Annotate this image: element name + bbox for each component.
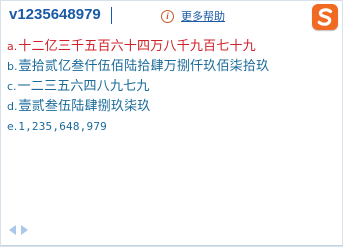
window-bottom-border <box>1 245 342 246</box>
more-help-link[interactable]: i 更多帮助 <box>161 8 225 24</box>
prev-page-arrow-icon[interactable] <box>9 225 16 235</box>
more-help-label: 更多帮助 <box>181 10 225 23</box>
candidate-index: e. <box>7 120 18 133</box>
info-icon: i <box>161 9 174 23</box>
candidate-c[interactable]: c.一二三五六四八九七九 <box>7 75 307 95</box>
candidate-index: b. <box>7 60 18 73</box>
candidate-text: 十二亿三千五百六十四万八千九百七十九 <box>18 39 256 54</box>
candidate-text: 一二三五六四八九七九 <box>17 79 150 94</box>
text-caret <box>111 7 112 24</box>
candidate-a[interactable]: a.十二亿三千五百六十四万八千九百七十九 <box>7 35 307 55</box>
candidate-index: c. <box>7 80 17 93</box>
candidate-index: d. <box>7 100 18 113</box>
candidate-b[interactable]: b.壹拾贰亿叁仟伍佰陆拾肆万捌仟玖佰柒拾玖 <box>7 55 307 75</box>
next-page-arrow-icon[interactable] <box>21 225 28 235</box>
candidate-text: 1,235,648,979 <box>18 120 107 133</box>
composition-row: v1235648979 i 更多帮助 <box>1 1 342 31</box>
ime-candidate-window: v1235648979 i 更多帮助 a.十二亿三千五百六十四万八千九百七十九 … <box>0 0 343 247</box>
candidate-index: a. <box>7 40 18 53</box>
candidate-text: 壹贰叁伍陆肆捌玖柒玖 <box>18 99 151 114</box>
sogou-s-glyph-icon <box>317 8 333 26</box>
sogou-logo-icon[interactable] <box>312 4 338 30</box>
composition-text[interactable]: v1235648979 <box>9 6 101 23</box>
candidate-d[interactable]: d.壹贰叁伍陆肆捌玖柒玖 <box>7 95 307 115</box>
candidate-text: 壹拾贰亿叁仟伍佰陆拾肆万捌仟玖佰柒拾玖 <box>18 59 270 74</box>
candidate-list: a.十二亿三千五百六十四万八千九百七十九 b.壹拾贰亿叁仟伍佰陆拾肆万捌仟玖佰柒… <box>7 35 307 135</box>
candidate-e[interactable]: e.1,235,648,979 <box>7 115 307 135</box>
